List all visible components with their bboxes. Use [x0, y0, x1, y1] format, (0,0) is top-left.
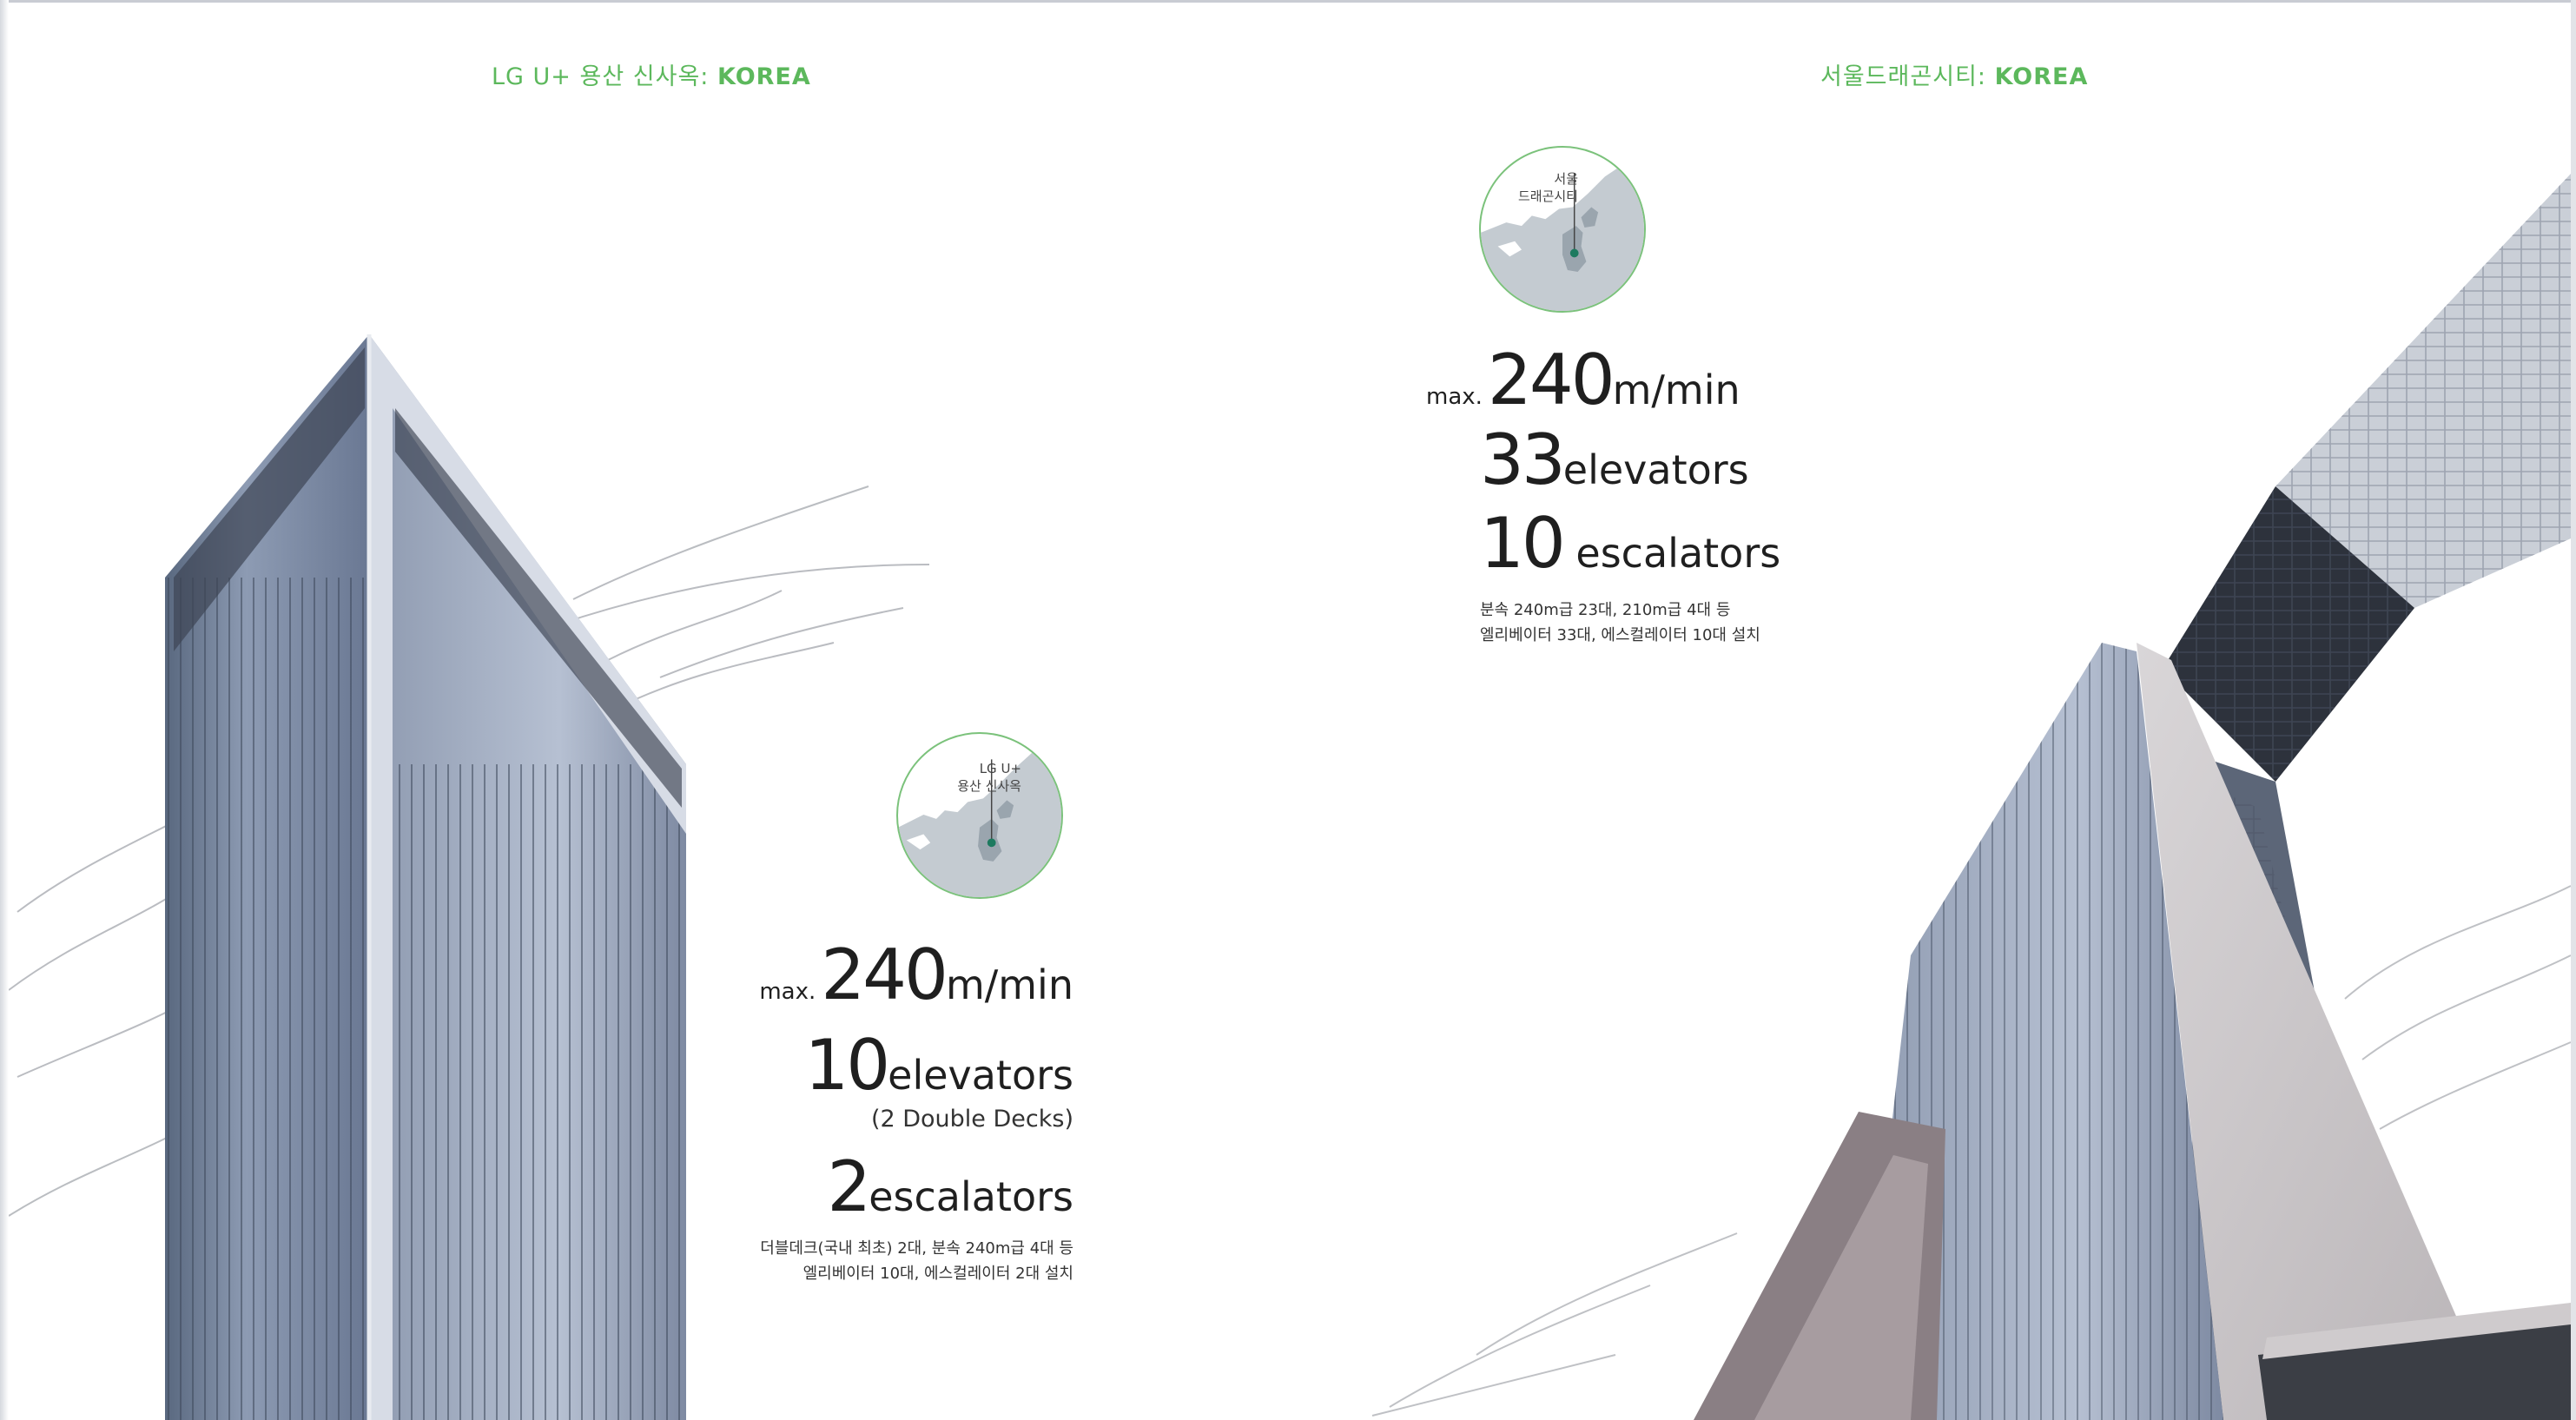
right-note-line: 엘리베이터 33대, 에스컬레이터 10대 설치 — [1480, 626, 1760, 644]
left-notes: 더블데크(국내 최초) 2대, 분속 240m급 4대 등 엘리베이터 10대,… — [759, 1236, 1073, 1286]
right-speed-value: 240 — [1487, 340, 1615, 420]
left-stats: max. 240 m/min 10 elevators (2 Double De… — [759, 941, 1073, 1286]
right-escalators-line: 10 escalators — [1426, 509, 1780, 591]
brochure-spread: LG U+ 용산 신사옥: KOREA 서울드래곤시티: KOREA LG U+… — [0, 0, 2576, 1420]
left-elevators-line: 10 elevators — [759, 1031, 1073, 1106]
left-escalators-line: 2 escalators — [759, 1153, 1073, 1227]
left-elevators-unit: elevators — [888, 1052, 1073, 1099]
right-speed-prefix: max. — [1426, 384, 1483, 410]
left-project-country: KOREA — [717, 63, 811, 90]
korea-map-icon — [898, 742, 1061, 897]
left-speed-line: max. 240 m/min — [759, 941, 1073, 1024]
right-project-country: KOREA — [1994, 63, 2089, 90]
left-location-map: LG U+ 용산 신사옥 — [896, 732, 1063, 899]
right-speed-unit: m/min — [1612, 367, 1740, 413]
right-project-name: 서울드래곤시티: — [1820, 63, 1995, 90]
right-location-map: 서울 드래곤시티 — [1479, 146, 1646, 313]
right-note-line: 분속 240m급 23대, 210m급 4대 등 — [1480, 601, 1731, 619]
left-elevators-sub: (2 Double Decks) — [870, 1106, 1073, 1133]
right-project-heading: 서울드래곤시티: KOREA — [1820, 57, 2088, 91]
right-map-label: 서울 드래곤시티 — [1517, 171, 1578, 204]
page-edge — [2571, 0, 2576, 1420]
right-elevators-value: 33 — [1480, 419, 1566, 500]
right-speed-line: max. 240 m/min — [1426, 346, 1780, 426]
left-escalators-unit: escalators — [869, 1173, 1073, 1220]
left-map-label: LG U+ 용산 신사옥 — [957, 761, 1021, 794]
left-project-heading: LG U+ 용산 신사옥: KOREA — [492, 57, 811, 91]
right-escalators-value: 10 — [1480, 503, 1566, 584]
right-elevators-unit: elevators — [1562, 446, 1749, 493]
left-elevators-value: 10 — [804, 1025, 890, 1106]
left-speed-prefix: max. — [759, 979, 816, 1005]
left-elevators-sub-line: (2 Double Decks) — [759, 1106, 1073, 1140]
right-notes: 분속 240m급 23대, 210m급 4대 등 엘리베이터 33대, 에스컬레… — [1426, 598, 1780, 648]
left-project-name: LG U+ 용산 신사옥: — [492, 63, 717, 90]
left-speed-unit: m/min — [945, 961, 1073, 1008]
right-escalators-unit: escalators — [1562, 530, 1781, 577]
left-note-line: 엘리베이터 10대, 에스컬레이터 2대 설치 — [803, 1265, 1073, 1283]
left-note-line: 더블데크(국내 최초) 2대, 분속 240m급 4대 등 — [760, 1239, 1073, 1258]
left-speed-value: 240 — [821, 935, 948, 1015]
left-escalators-value: 2 — [827, 1146, 871, 1227]
right-stats: max. 240 m/min 33 elevators 10 escalator… — [1426, 346, 1780, 648]
building-illustrations — [8, 174, 2572, 1420]
right-elevators-line: 33 elevators — [1426, 426, 1780, 509]
